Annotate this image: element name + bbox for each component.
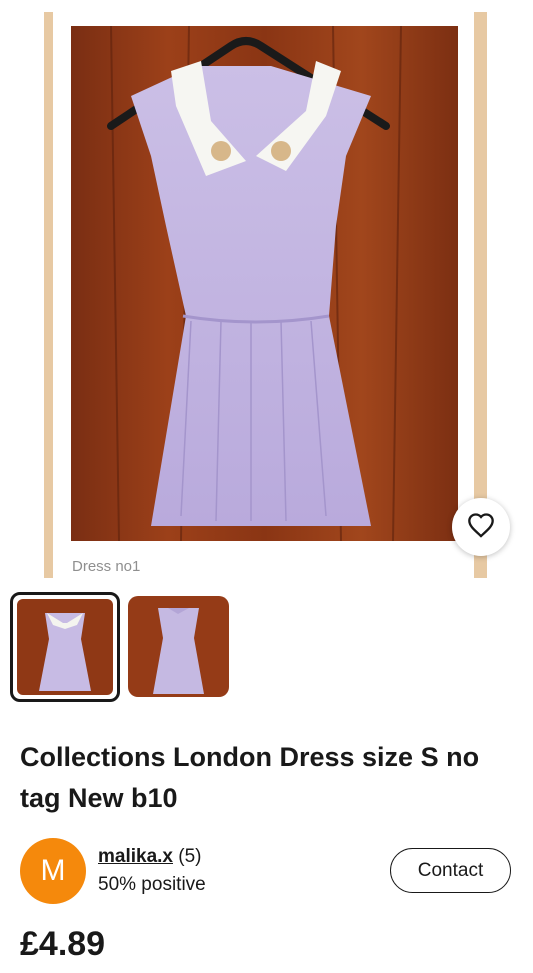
favorite-button[interactable]: [452, 498, 510, 556]
seller-username[interactable]: malika.x: [98, 846, 173, 867]
seller-card: M malika.x (5) 50% positive Contact: [20, 838, 515, 904]
listing-price: £4.89: [20, 925, 106, 963]
image-caption: Dress no1: [72, 558, 141, 575]
thumbnail-strip: [10, 592, 229, 702]
listing-title: Collections London Dress size S no tag N…: [20, 742, 480, 813]
thumbnail-1[interactable]: [10, 592, 120, 702]
seller-name-row[interactable]: malika.x (5): [98, 846, 202, 868]
main-image-gallery[interactable]: Dress no1: [0, 0, 533, 582]
seller-feedback-count: (5): [178, 846, 202, 867]
thumbnail-2[interactable]: [128, 596, 229, 697]
seller-feedback-percent: 50% positive: [98, 874, 206, 895]
contact-button[interactable]: Contact: [390, 848, 511, 893]
main-product-image[interactable]: [71, 26, 458, 541]
heart-icon: [467, 512, 495, 543]
seller-avatar[interactable]: M: [20, 838, 86, 904]
